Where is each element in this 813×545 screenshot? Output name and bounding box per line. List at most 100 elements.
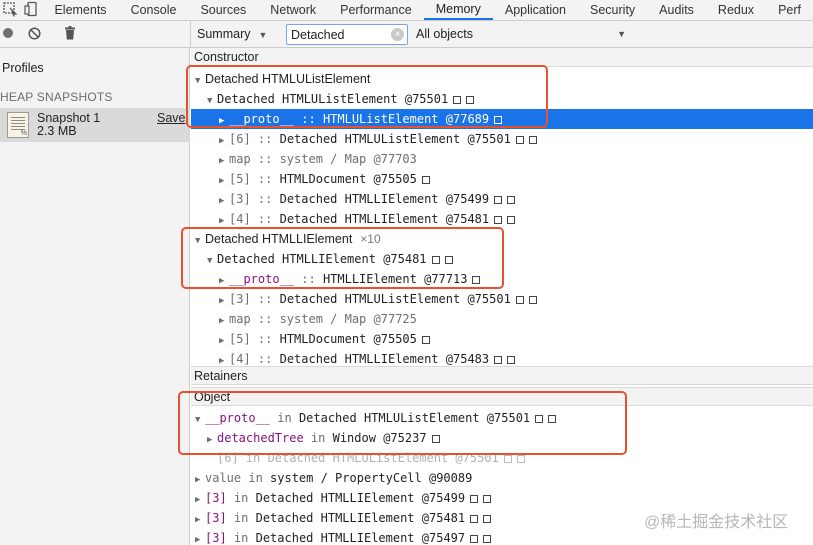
square-icon [535,415,544,423]
tree-row[interactable]: ▶ __proto__ :: HTMLLIElement @77713 [191,269,813,289]
object-id: @75501 [404,92,449,106]
tab-memory[interactable]: Memory [423,0,493,20]
collapsed-triangle-icon[interactable]: ▶ [219,111,229,131]
tab-sources[interactable]: Sources [188,0,258,20]
expanded-triangle-icon[interactable]: ▼ [207,91,217,111]
expanded-triangle-icon[interactable]: ▼ [195,71,205,91]
collapsed-triangle-icon[interactable]: ▶ [195,470,205,490]
tree-row[interactable]: ▶ detachedTree in Window @75237 [191,428,813,448]
collapsed-triangle-icon[interactable]: ▶ [219,131,229,151]
object-id: @77689 [445,112,490,126]
collapsed-triangle-icon[interactable]: ▶ [195,530,205,545]
tree-row[interactable]: ▶ [3] :: Detached HTMLLIElement @75499 [191,189,813,209]
collapsed-triangle-icon[interactable]: ▶ [195,490,205,510]
square-icon [483,535,492,543]
object-name: system / PropertyCell [270,471,422,485]
device-toolbar-icon[interactable] [24,1,40,20]
tab-security[interactable]: Security [578,0,647,20]
tree-row[interactable]: ▼ Detached HTMLUListElement [191,69,813,89]
object-name: Detached HTMLUListElement [279,292,461,306]
inspect-element-icon[interactable] [2,1,18,20]
collapsed-triangle-icon[interactable]: ▶ [195,510,205,530]
chevron-down-icon: ▼ [617,29,626,39]
collapsed-triangle-icon[interactable]: ▶ [219,331,229,351]
tree-row[interactable]: ▶ __proto__ :: HTMLUListElement @77689 [191,109,813,129]
square-icon [431,435,440,443]
tab-elements[interactable]: Elements [40,0,118,20]
tab-redux[interactable]: Redux [706,0,766,20]
tree-row[interactable]: ▶ [3] :: Detached HTMLUListElement @75501 [191,289,813,309]
tree-row[interactable]: ▶ [5] :: HTMLDocument @75505 [191,329,813,349]
edge-separator: :: [294,272,323,286]
square-icon [470,535,479,543]
object-id: @75481 [383,252,427,266]
square-icon [515,136,524,144]
property-name: [3] [205,531,227,545]
clear-icon[interactable] [28,27,41,43]
heap-snapshot-view: Constructor ▼ Detached HTMLUListElement ▼ D… [191,48,813,545]
collapsed-triangle-icon[interactable]: ▶ [219,271,229,291]
tree-row[interactable]: ▶ [4] :: Detached HTMLLIElement @75481 [191,209,813,229]
object-name: Detached HTMLLIElement [255,511,415,525]
object-id: @75501 [486,411,531,425]
expanded-triangle-icon[interactable]: ▼ [207,251,217,271]
collapsed-triangle-icon[interactable]: ▶ [219,171,229,191]
object-header[interactable]: Object [191,387,813,406]
tab-console[interactable]: Console [119,0,189,20]
record-icon[interactable] [2,27,14,42]
tab-performance[interactable]: Performance [328,0,424,20]
square-icon [507,216,516,224]
square-icon [494,356,503,364]
edge-name: map :: system / Map [229,312,367,326]
tree-row[interactable]: ▶ map :: system / Map @77725 [191,309,813,329]
object-name: Detached HTMLLIElement [279,352,439,366]
tree-row[interactable]: ▼ Detached HTMLLIElement @75481 [191,249,813,269]
memory-toolbar: Summary ▼ Detached × All objects ▼ [0,21,813,48]
tab-perf[interactable]: Perf [766,0,813,20]
tab-network[interactable]: Network [258,0,328,20]
trash-icon[interactable] [64,26,76,43]
square-icon [494,116,503,124]
tree-row[interactable]: ▶ map :: system / Map @77703 [191,149,813,169]
tree-row[interactable]: ▼ Detached HTMLUListElement @75501 [191,89,813,109]
object-id: @75505 [373,332,417,346]
tree-row[interactable]: ▼ __proto__ in Detached HTMLUListElement … [191,408,813,428]
objects-select-value: All objects [416,27,473,41]
tree-row[interactable]: [6] in Detached HTMLUListElement @75501 [191,448,813,468]
tab-audits[interactable]: Audits [647,0,706,20]
tree-row[interactable]: ▶ [3] in Detached HTMLLIElement @75499 [191,488,813,508]
edge-separator: in [226,491,256,505]
tab-application[interactable]: Application [493,0,578,20]
object-id: @77713 [424,272,468,286]
collapsed-triangle-icon[interactable]: ▶ [219,291,229,311]
clear-filter-icon[interactable]: × [391,28,404,41]
tree-row[interactable]: ▶ [5] :: HTMLDocument @75505 [191,169,813,189]
object-id: @75501 [467,132,511,146]
object-id: @77725 [373,312,417,326]
tree-row[interactable]: ▶ value in system / PropertyCell @90089 [191,468,813,488]
tab-strip: Elements Console Sources Network Performance… [40,0,813,20]
square-icon [453,96,462,104]
expanded-triangle-icon[interactable]: ▼ [195,231,205,251]
class-filter-value: Detached [291,28,345,42]
collapsed-triangle-icon[interactable]: ▶ [219,311,229,331]
expanded-triangle-icon[interactable]: ▼ [195,410,205,430]
tree-row[interactable]: ▶ [6] :: Detached HTMLUListElement @75501 [191,129,813,149]
retainers-header[interactable]: Retainers [191,366,813,385]
class-filter-input[interactable]: Detached × [286,24,408,45]
square-icon [483,515,492,523]
collapsed-triangle-icon[interactable]: ▶ [219,191,229,211]
objects-select[interactable]: All objects ▼ [416,27,626,41]
collapsed-triangle-icon[interactable]: ▶ [219,211,229,231]
object-id: @90089 [428,471,473,485]
constructor-header[interactable]: Constructor [191,48,813,67]
save-snapshot-link[interactable]: Save [157,111,186,125]
tree-row[interactable]: ▼ Detached HTMLLIElement ×10 [191,229,813,249]
snapshot-item[interactable]: % Snapshot 1 2.3 MB Save [0,108,190,142]
property-name: [3] [205,491,227,505]
edge-separator: in [226,531,256,545]
collapsed-triangle-icon[interactable]: ▶ [207,430,217,450]
collapsed-triangle-icon[interactable]: ▶ [219,151,229,171]
view-select[interactable]: Summary ▼ [197,27,267,41]
object-id: @75501 [467,292,511,306]
